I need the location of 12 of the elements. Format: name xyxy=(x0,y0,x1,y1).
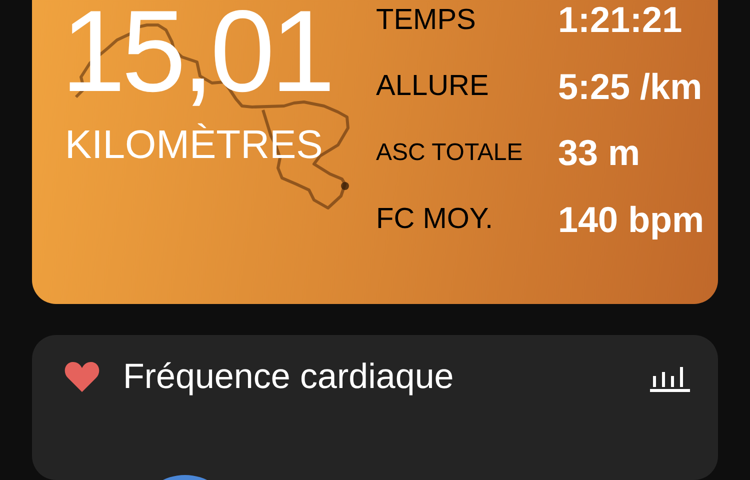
stat-label: FC MOY. xyxy=(376,203,494,236)
stat-label: ASC TOTALE xyxy=(376,139,523,168)
stat-value: 1:21:21 xyxy=(558,0,682,42)
stat-label: TEMPS xyxy=(376,4,476,37)
stat-value: 5:25 /km xyxy=(558,66,702,108)
stat-value: 140 bpm xyxy=(558,198,704,241)
stat-value: 33 m xyxy=(558,132,640,174)
distance-unit: KILOMÈTRES xyxy=(65,125,323,165)
card-title: Fréquence cardiaque xyxy=(123,357,455,397)
stat-label: ALLURE xyxy=(376,70,489,104)
distance-value: 15,01 xyxy=(61,0,332,109)
heart-icon xyxy=(64,361,100,393)
